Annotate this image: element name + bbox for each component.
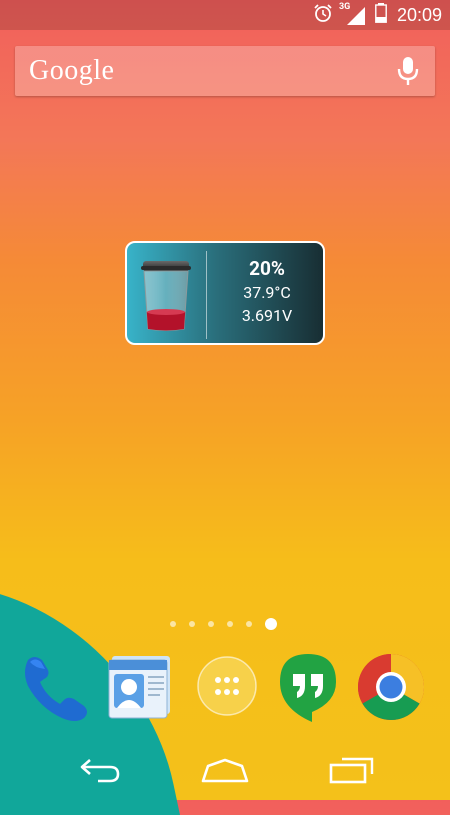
status-clock: 20:09	[396, 4, 442, 25]
app-drawer-button[interactable]	[194, 652, 264, 722]
chrome-app[interactable]	[356, 652, 426, 722]
status-bar: 3G 20:09	[0, 0, 450, 30]
app-drawer-icon	[194, 656, 258, 721]
battery-percent: 20%	[249, 257, 285, 280]
page-dot	[189, 621, 195, 627]
back-icon[interactable]	[78, 756, 122, 788]
page-dot	[208, 621, 214, 627]
hangouts-icon	[276, 654, 340, 728]
home-icon[interactable]	[200, 756, 250, 788]
page-dot	[227, 621, 233, 627]
signal-icon: 3G	[339, 2, 365, 25]
alarm-icon	[313, 3, 333, 27]
battery-voltage: 3.691V	[241, 306, 293, 325]
navigation-bar	[0, 742, 450, 800]
contacts-icon	[106, 656, 174, 724]
page-dot	[246, 621, 252, 627]
page-dot	[170, 621, 176, 627]
hangouts-app[interactable]	[276, 652, 346, 722]
phone-app[interactable]	[18, 652, 88, 722]
phone-icon	[18, 657, 92, 726]
page-indicator	[170, 618, 277, 630]
mic-icon[interactable]	[397, 56, 419, 90]
widget-divider	[206, 251, 207, 339]
google-logo: Google	[29, 55, 115, 86]
contacts-app[interactable]	[106, 652, 176, 722]
battery-widget[interactable]: 20% 37.9°C 3.691V	[125, 241, 325, 345]
page-dot-active	[265, 618, 277, 630]
battery-bin-icon	[139, 257, 193, 337]
battery-info: 20% 37.9°C 3.691V	[215, 257, 319, 327]
chrome-icon	[356, 654, 426, 726]
google-search-bar[interactable]: Google	[15, 46, 435, 96]
battery-icon	[375, 3, 387, 27]
recents-icon[interactable]	[328, 756, 374, 788]
battery-temperature: 37.9°C	[243, 283, 291, 302]
